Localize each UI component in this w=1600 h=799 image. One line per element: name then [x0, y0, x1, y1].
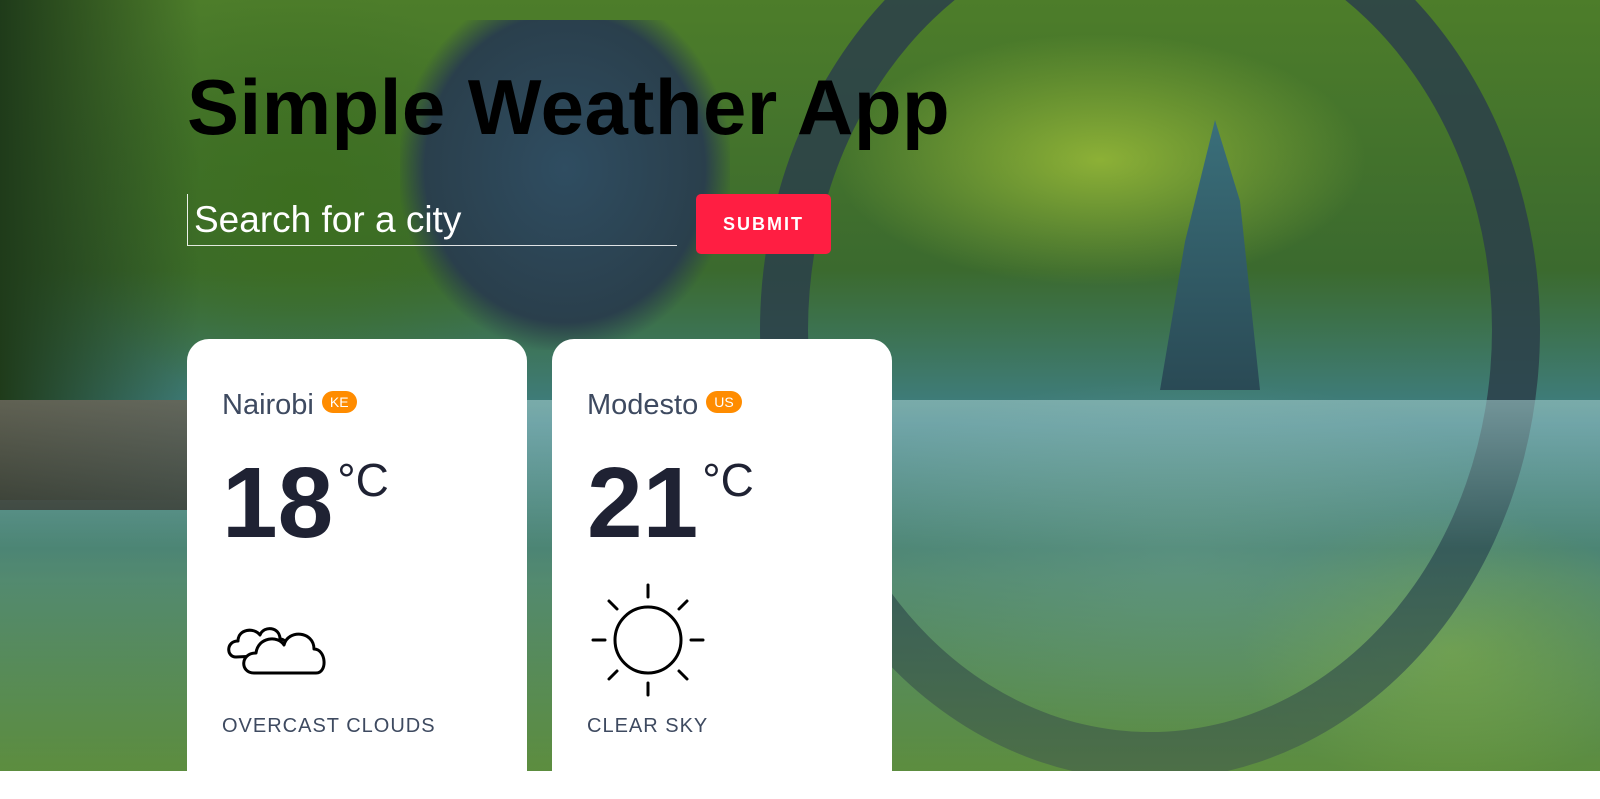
temperature-unit: °C — [702, 454, 754, 506]
country-badge: KE — [321, 391, 357, 413]
country-badge: US — [706, 391, 742, 413]
submit-button[interactable]: SUBMIT — [696, 194, 831, 254]
city-name: Nairobi — [222, 389, 314, 421]
temperature-value: 18 — [222, 447, 334, 559]
temperature-row: 18 °C — [222, 453, 527, 553]
city-row: Modesto US — [587, 389, 892, 425]
cloud-icon — [222, 579, 342, 699]
city-search-input[interactable] — [187, 194, 677, 246]
weather-card-modesto: Modesto US 21 °C CLEAR SKY — [552, 339, 892, 799]
search-form: SUBMIT — [187, 194, 847, 254]
city-row: Nairobi KE — [222, 389, 527, 425]
temperature-value: 21 — [587, 447, 699, 559]
background-riverbank — [0, 400, 200, 510]
city-name: Modesto — [587, 389, 699, 421]
temperature-row: 21 °C — [587, 453, 892, 553]
weather-description: CLEAR SKY — [587, 715, 709, 737]
sun-icon — [587, 579, 707, 699]
temperature-unit: °C — [337, 454, 389, 506]
weather-card-nairobi: Nairobi KE 18 °C OVERCAST CLOUDS — [187, 339, 527, 799]
weather-description: OVERCAST CLOUDS — [222, 715, 436, 737]
page-title: Simple Weather App — [187, 63, 951, 151]
